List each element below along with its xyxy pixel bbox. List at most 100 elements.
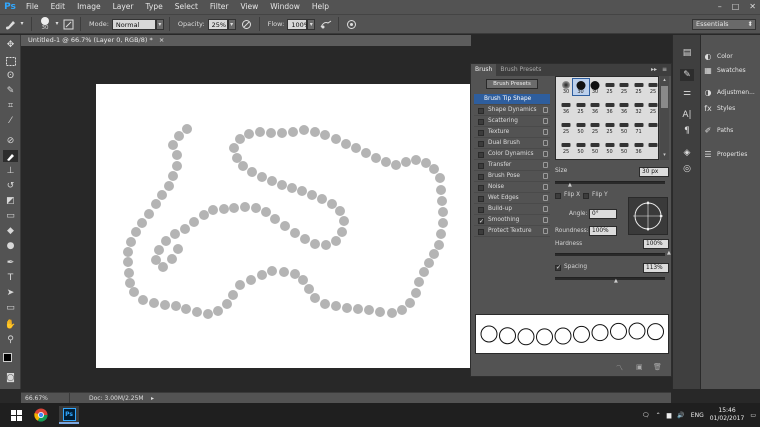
create-new-brush-icon[interactable]: ▣	[636, 363, 643, 371]
type-tool-icon[interactable]: T	[3, 272, 18, 284]
brush-option-checkbox[interactable]	[478, 207, 484, 213]
brush-option-checkbox[interactable]	[478, 185, 484, 191]
mode-select[interactable]: Normal	[111, 18, 156, 30]
action-center-icon[interactable]: ▭	[750, 412, 756, 419]
lock-icon[interactable]	[543, 107, 548, 113]
adjustments-panel-button[interactable]: ◑ Adjustmen...	[703, 85, 760, 99]
menu-edit[interactable]: Edit	[45, 0, 72, 14]
brush-option-row[interactable]: Transfer	[474, 160, 550, 171]
angle-roundness-widget[interactable]	[628, 197, 668, 235]
brush-option-checkbox[interactable]	[478, 119, 484, 125]
lock-icon[interactable]	[543, 140, 548, 146]
brush-option-row[interactable]: Brush Pose	[474, 171, 550, 182]
menu-type[interactable]: Type	[140, 0, 169, 14]
brush-option-row[interactable]: Scattering	[474, 116, 550, 127]
paths-panel-button[interactable]: ✐ Paths	[703, 123, 760, 137]
lock-icon[interactable]	[543, 151, 548, 157]
brush-option-checkbox[interactable]	[478, 196, 484, 202]
brush-option-checkbox[interactable]	[478, 130, 484, 136]
styles-panel-button[interactable]: fx Styles	[703, 101, 760, 115]
brush-tool-icon[interactable]	[3, 150, 18, 162]
lock-icon[interactable]	[543, 206, 548, 212]
menu-image[interactable]: Image	[71, 0, 107, 14]
toggle-live-tip-icon[interactable]: 〽	[616, 363, 623, 373]
size-slider-handle-icon[interactable]: ▲	[568, 182, 572, 188]
menu-view[interactable]: View	[234, 0, 264, 14]
eraser-tool-icon[interactable]: ◩	[3, 195, 18, 207]
mode-dropdown-icon[interactable]: ▾	[155, 18, 164, 30]
lock-icon[interactable]	[543, 195, 548, 201]
brush-option-row[interactable]: Brush Tip Shape	[474, 94, 550, 105]
menu-window[interactable]: Window	[264, 0, 306, 14]
brush-option-row[interactable]: Build-up	[474, 204, 550, 215]
brush-tip-dash[interactable]: 25	[645, 79, 658, 95]
lasso-tool-icon[interactable]: ʘ	[3, 70, 18, 82]
pressure-size-icon[interactable]	[344, 17, 358, 31]
opacity-input[interactable]: 25%	[207, 18, 228, 30]
size-input[interactable]: 30 px	[639, 167, 669, 177]
network-icon[interactable]: ▆	[667, 412, 672, 419]
brush-option-checkbox[interactable]	[478, 229, 484, 235]
lock-icon[interactable]	[543, 184, 548, 190]
pen-tool-icon[interactable]: ✒	[3, 257, 18, 269]
marquee-tool-icon[interactable]	[3, 55, 18, 67]
spacing-slider[interactable]	[555, 277, 665, 280]
scroll-up-icon[interactable]: ▴	[661, 77, 668, 84]
volume-icon[interactable]: 🔊	[677, 412, 684, 419]
chat-icon[interactable]: 🗨	[642, 412, 650, 419]
menu-help[interactable]: Help	[306, 0, 335, 14]
character-panel-icon[interactable]: A|	[680, 109, 694, 121]
menu-select[interactable]: Select	[169, 0, 204, 14]
airbrush-icon[interactable]	[319, 17, 333, 31]
brush-preset-picker[interactable]: 30	[37, 17, 53, 31]
shape-tool-icon[interactable]: ▭	[3, 302, 18, 314]
panel-menu-icon[interactable]: ≡	[662, 64, 667, 76]
brush-option-row[interactable]: Noise	[474, 182, 550, 193]
maximize-button[interactable]: □	[732, 0, 740, 14]
spacing-input[interactable]: 113%	[643, 263, 669, 273]
menu-layer[interactable]: Layer	[107, 0, 140, 14]
brush-presets-panel-icon[interactable]: ⚌	[680, 87, 694, 99]
move-tool-icon[interactable]: ✥	[3, 39, 18, 51]
minimize-button[interactable]: –	[718, 0, 722, 14]
layers-panel-icon[interactable]: ◈	[680, 147, 694, 159]
lock-icon[interactable]	[543, 228, 548, 234]
brush-option-checkbox[interactable]: ✓	[478, 218, 484, 225]
lock-icon[interactable]	[543, 118, 548, 124]
flow-input[interactable]: 100%	[287, 18, 310, 30]
dodge-tool-icon[interactable]: ●	[3, 240, 18, 252]
flip-y-checkbox[interactable]	[583, 193, 589, 199]
workspace-select[interactable]: Essentials ⬍	[692, 19, 756, 30]
zoom-tool-icon[interactable]: ⚲	[3, 334, 18, 346]
brush-tool-icon[interactable]	[4, 17, 18, 31]
menu-file[interactable]: File	[20, 0, 45, 14]
clone-stamp-tool-icon[interactable]: ⊥	[3, 165, 18, 177]
brush-option-row[interactable]: ✓ Smoothing	[474, 215, 550, 226]
brush-option-row[interactable]: Dual Brush	[474, 138, 550, 149]
brush-option-row[interactable]: Color Dynamics	[474, 149, 550, 160]
menu-filter[interactable]: Filter	[204, 0, 235, 14]
lock-icon[interactable]	[543, 162, 548, 168]
properties-panel-button[interactable]: ☰ Properties	[703, 147, 760, 161]
pressure-opacity-icon[interactable]	[240, 17, 254, 31]
lock-icon[interactable]	[543, 173, 548, 179]
swatches-panel-button[interactable]: ▦ Swatches	[703, 63, 760, 77]
quick-mask-icon[interactable]: ◙	[3, 372, 18, 384]
brush-option-checkbox[interactable]	[478, 174, 484, 180]
document-tab[interactable]: Untitled-1 @ 66.7% (Layer 0, RGB/8) * ×	[23, 35, 170, 46]
brush-presets-button[interactable]: Brush Presets	[486, 79, 538, 89]
brush-option-row[interactable]: Texture	[474, 127, 550, 138]
channels-panel-icon[interactable]: ◎	[680, 163, 694, 175]
quick-selection-tool-icon[interactable]: ✎	[3, 85, 18, 97]
brush-tip-dash[interactable]: 25	[645, 99, 658, 115]
hand-tool-icon[interactable]: ✋	[3, 319, 18, 331]
close-button[interactable]: ✕	[749, 0, 756, 14]
clock[interactable]: 15:46 01/02/2017	[710, 407, 745, 423]
hardness-slider[interactable]	[555, 253, 665, 256]
windows-start-icon[interactable]	[6, 406, 26, 424]
brush-panel-icon[interactable]: ✎	[680, 69, 694, 81]
brush-tip-scrollbar[interactable]: ▴ ▾	[660, 76, 669, 160]
paragraph-panel-icon[interactable]: ¶	[680, 125, 694, 137]
notification-arrow-icon[interactable]: ⌃	[656, 412, 661, 419]
brush-option-row[interactable]: Shape Dynamics	[474, 105, 550, 116]
